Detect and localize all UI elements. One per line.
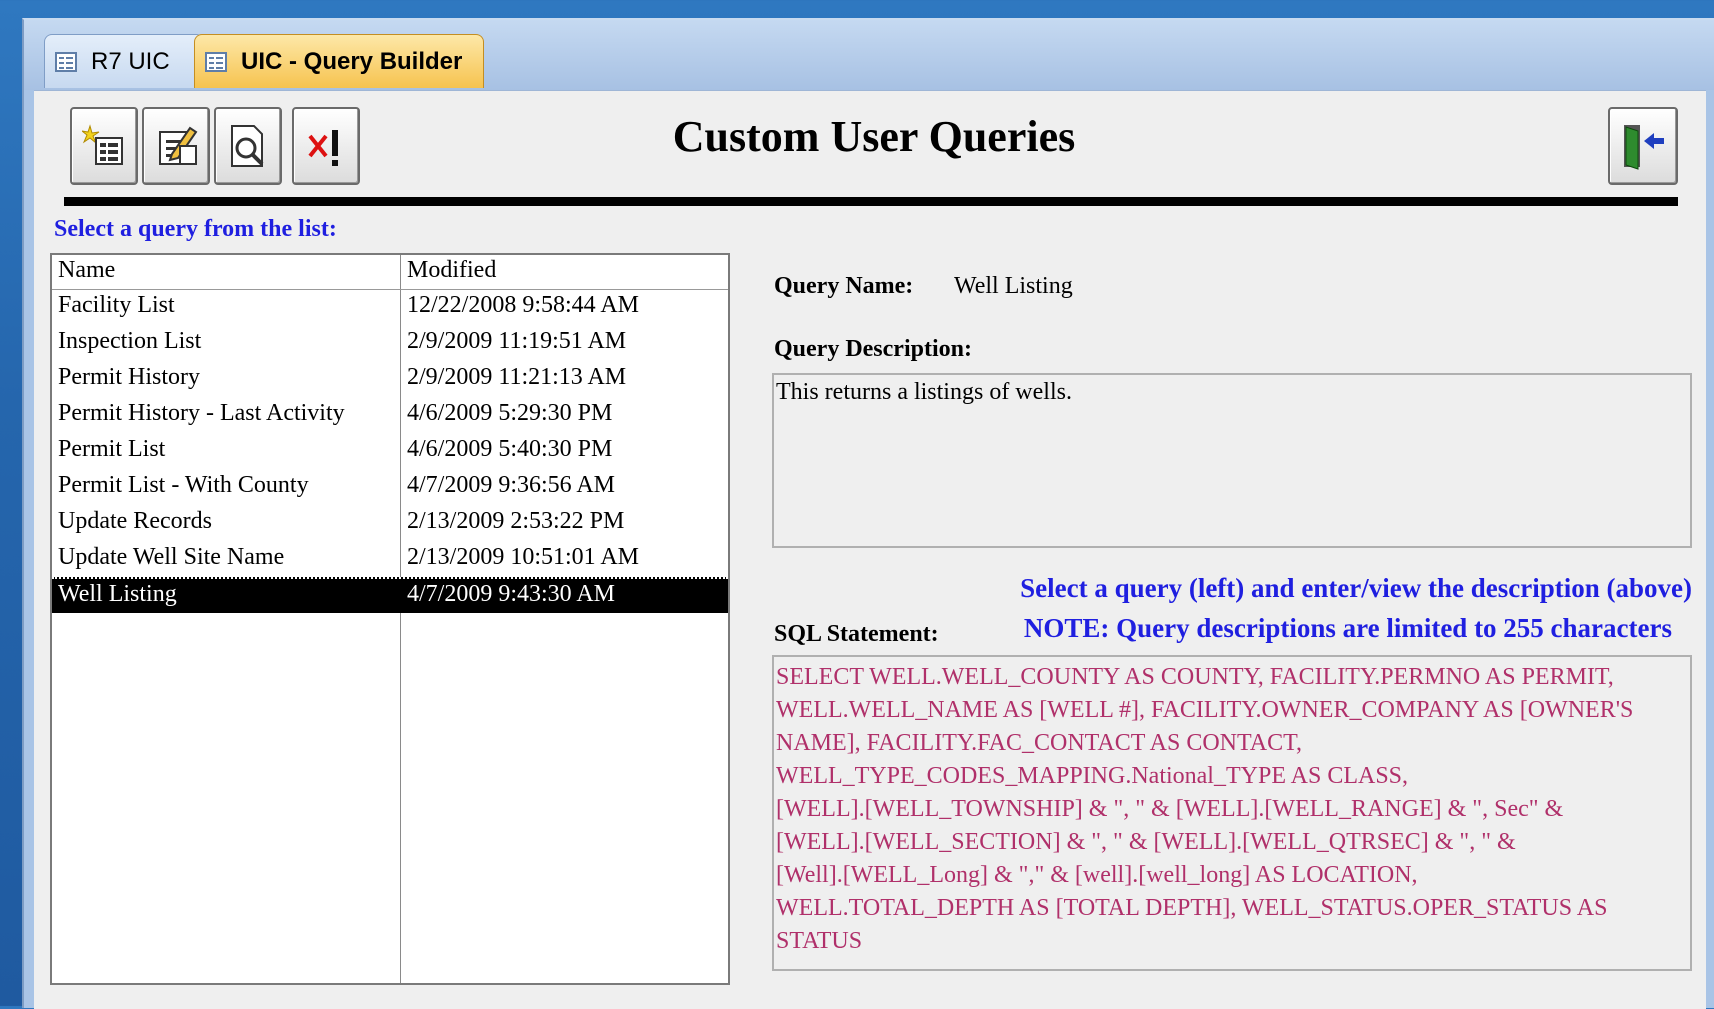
list-item[interactable]: Update Records 2/13/2009 2:53:22 PM: [52, 505, 728, 541]
query-name-cell: Permit History: [58, 364, 200, 390]
header-divider: [64, 197, 1678, 206]
query-name-label: Query Name:: [774, 273, 914, 299]
query-name-cell: Update Records: [58, 508, 212, 534]
query-name-cell: Inspection List: [58, 328, 202, 354]
length-limit-note: NOTE: Query descriptions are limited to …: [1023, 613, 1672, 643]
delete-query-button[interactable]: [292, 107, 360, 185]
tab-r7-uic[interactable]: R7 UIC: [44, 34, 204, 88]
modified-cell: 4/7/2009 9:43:30 AM: [407, 581, 616, 607]
sql-line: WELL_TYPE_CODES_MAPPING.National_TYPE AS…: [776, 763, 1409, 789]
list-item-selected[interactable]: Well Listing 4/7/2009 9:43:30 AM: [52, 577, 728, 613]
query-name-cell: Facility List: [58, 292, 175, 318]
query-name-cell: Permit List: [58, 436, 166, 462]
query-list[interactable]: Name Modified Facility List 12/22/2008 9…: [50, 253, 730, 985]
sql-statement-label: SQL Statement:: [774, 621, 939, 647]
delete-icon: [308, 130, 338, 166]
list-item[interactable]: Facility List 12/22/2008 9:58:44 AM: [52, 289, 728, 325]
modified-cell: 4/6/2009 5:40:30 PM: [407, 436, 613, 462]
exit-button[interactable]: [1608, 107, 1678, 185]
sql-line: SELECT WELL.WELL_COUNTY AS COUNTY, FACIL…: [776, 664, 1614, 690]
access-window: R7 UIC UIC - Query Builder Custom User Q…: [22, 18, 1714, 1009]
list-item[interactable]: Permit List 4/6/2009 5:40:30 PM: [52, 433, 728, 469]
sql-line: WELL.WELL_NAME AS [WELL #], FACILITY.OWN…: [776, 697, 1634, 723]
sql-line: STATUS: [776, 928, 863, 954]
modified-cell: 2/9/2009 11:19:51 AM: [407, 328, 627, 354]
list-item[interactable]: Permit History - Last Activity 4/6/2009 …: [52, 397, 728, 433]
new-query-button[interactable]: [70, 107, 138, 185]
list-prompt: Select a query from the list:: [54, 216, 337, 242]
list-item[interactable]: Inspection List 2/9/2009 11:19:51 AM: [52, 325, 728, 361]
query-description-label: Query Description:: [774, 336, 972, 362]
sql-line: NAME], FACILITY.FAC_CONTACT AS CONTACT,: [776, 730, 1302, 756]
column-header-name[interactable]: Name: [58, 257, 115, 284]
query-name-cell: Well Listing: [58, 581, 177, 607]
tab-uic-query-builder[interactable]: UIC - Query Builder: [194, 34, 484, 88]
modified-cell: 2/13/2009 10:51:01 AM: [407, 544, 640, 570]
column-header-modified[interactable]: Modified: [407, 257, 496, 284]
list-item[interactable]: Permit History 2/9/2009 11:21:13 AM: [52, 361, 728, 397]
edit-query-button[interactable]: [142, 107, 210, 185]
form-icon: [205, 51, 227, 72]
modified-cell: 4/7/2009 9:36:56 AM: [407, 472, 616, 498]
new-query-icon: [82, 124, 123, 165]
list-header: Name Modified: [52, 255, 728, 290]
query-name-value: Well Listing: [954, 273, 1073, 299]
list-item[interactable]: Permit List - With County 4/7/2009 9:36:…: [52, 469, 728, 505]
modified-cell: 4/6/2009 5:29:30 PM: [407, 400, 613, 426]
query-name-cell: Permit History - Last Activity: [58, 400, 345, 426]
modified-cell: 2/9/2009 11:21:13 AM: [407, 364, 627, 390]
page-title: Custom User Queries: [672, 112, 1076, 161]
document-tab-bar: R7 UIC UIC - Query Builder: [24, 20, 1714, 90]
query-builder-form: Custom User Queries Select a query from …: [34, 90, 1706, 1009]
preview-icon: [231, 125, 264, 167]
preview-query-button[interactable]: [214, 107, 282, 185]
tab-label: R7 UIC: [91, 47, 170, 75]
query-name-cell: Update Well Site Name: [58, 544, 285, 570]
sql-line: [WELL].[WELL_SECTION] & ", " & [WELL].[W…: [776, 829, 1516, 855]
sql-line: WELL.TOTAL_DEPTH AS [TOTAL DEPTH], WELL_…: [776, 895, 1608, 921]
exit-door-icon: [1624, 125, 1664, 170]
edit-query-icon: [159, 126, 198, 165]
modified-cell: 2/13/2009 2:53:22 PM: [407, 508, 625, 534]
instruction-note: Select a query (left) and enter/view the…: [1020, 573, 1692, 603]
query-description-field[interactable]: This returns a listings of wells.: [772, 373, 1692, 548]
sql-line: [Well].[WELL_Long] & "," & [well].[well_…: [776, 862, 1418, 888]
query-name-cell: Permit List - With County: [58, 472, 309, 498]
form-icon: [55, 51, 77, 72]
tab-label: UIC - Query Builder: [241, 47, 463, 75]
query-description-text: This returns a listings of wells.: [776, 379, 1072, 405]
modified-cell: 12/22/2008 9:58:44 AM: [407, 292, 640, 318]
list-item[interactable]: Update Well Site Name 2/13/2009 10:51:01…: [52, 541, 728, 577]
sql-statement-field[interactable]: SELECT WELL.WELL_COUNTY AS COUNTY, FACIL…: [772, 655, 1692, 971]
sql-line: [WELL].[WELL_TOWNSHIP] & ", " & [WELL].[…: [776, 796, 1564, 822]
